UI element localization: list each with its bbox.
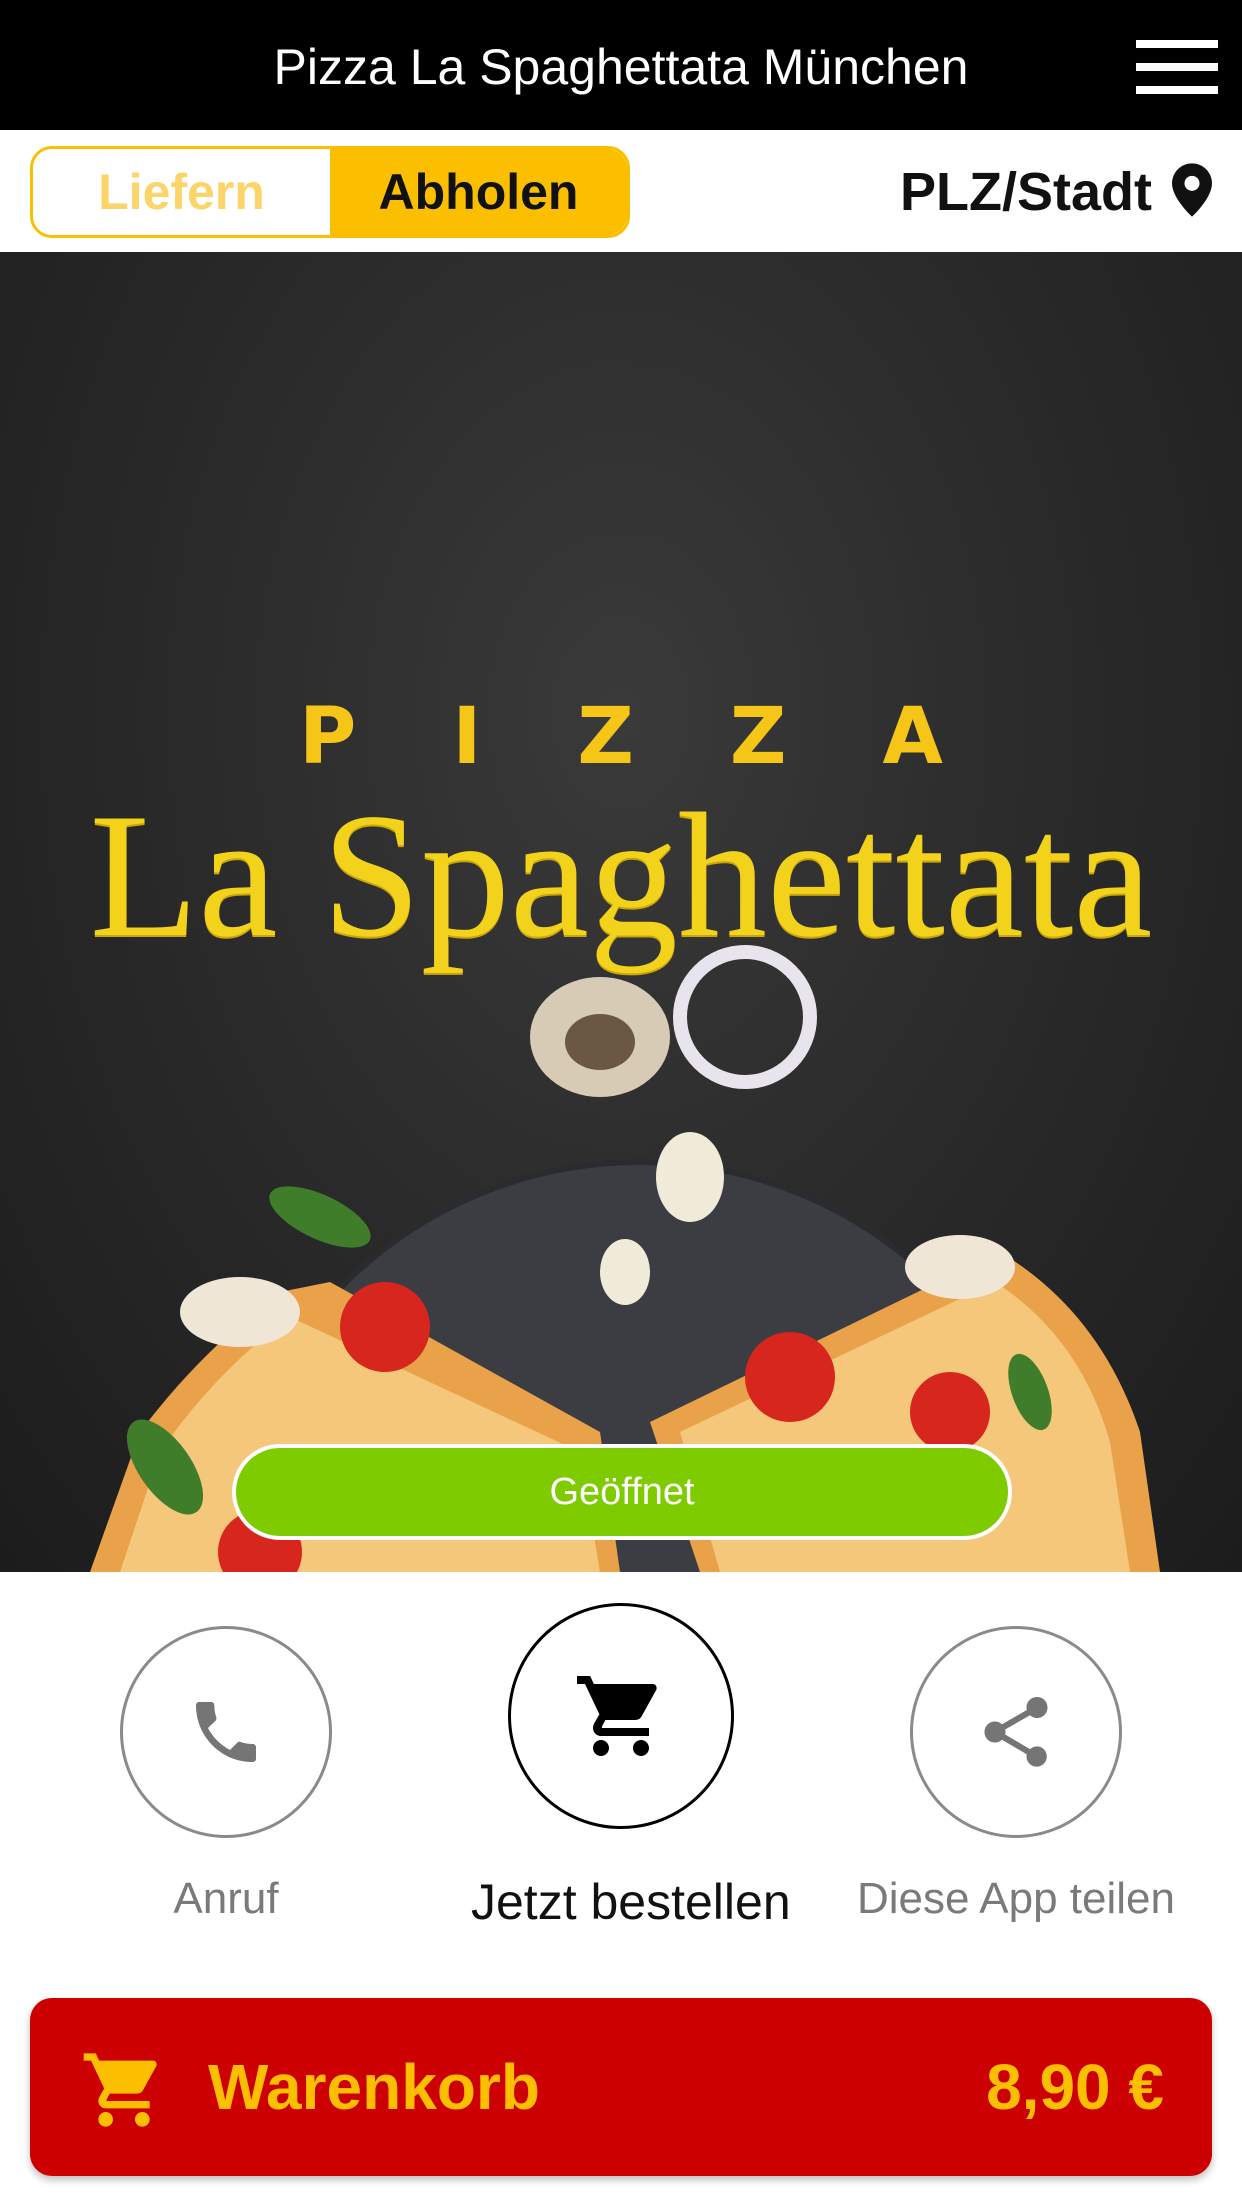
call-label: Anruf bbox=[173, 1874, 279, 1923]
call-button[interactable] bbox=[120, 1626, 332, 1838]
location-selector[interactable]: PLZ/Stadt bbox=[900, 146, 1212, 238]
cart-icon bbox=[577, 1676, 657, 1756]
share-button[interactable] bbox=[910, 1626, 1122, 1838]
map-pin-icon bbox=[1172, 162, 1212, 222]
top-bar: Pizza La Spaghettata München bbox=[0, 0, 1242, 130]
share-icon bbox=[984, 1697, 1048, 1767]
call-action[interactable]: Anruf bbox=[76, 1626, 376, 1924]
phone-icon bbox=[196, 1702, 256, 1762]
cart-total: 8,90 € bbox=[986, 2051, 1164, 2123]
share-label: Diese App teilen bbox=[857, 1874, 1175, 1923]
tab-liefern[interactable]: Liefern bbox=[33, 149, 330, 235]
order-now-label: Jetzt bestellen bbox=[471, 1874, 791, 1930]
cart-icon bbox=[80, 2046, 168, 2139]
cart-label: Warenkorb bbox=[208, 2051, 540, 2123]
app-title: Pizza La Spaghettata München bbox=[273, 39, 969, 95]
share-action[interactable]: Diese App teilen bbox=[856, 1626, 1176, 1924]
logo-pizza-text: PIZZA bbox=[299, 692, 1039, 782]
order-action[interactable]: Jetzt bestellen bbox=[471, 1603, 791, 1931]
logo-name-text: La Spaghettata bbox=[89, 776, 1153, 974]
order-now-button[interactable] bbox=[508, 1603, 734, 1829]
delivery-mode-toggle: Liefern Abholen bbox=[30, 146, 630, 238]
hero-image: PIZZA La Spaghettata bbox=[0, 252, 1242, 1572]
cart-bar[interactable]: Warenkorb 8,90 € bbox=[30, 1998, 1212, 2176]
tab-abholen[interactable]: Abholen bbox=[330, 149, 627, 235]
location-label: PLZ/Stadt bbox=[900, 162, 1152, 222]
open-status-badge: Geöffnet bbox=[232, 1444, 1012, 1540]
hamburger-menu-icon[interactable] bbox=[1136, 38, 1218, 96]
